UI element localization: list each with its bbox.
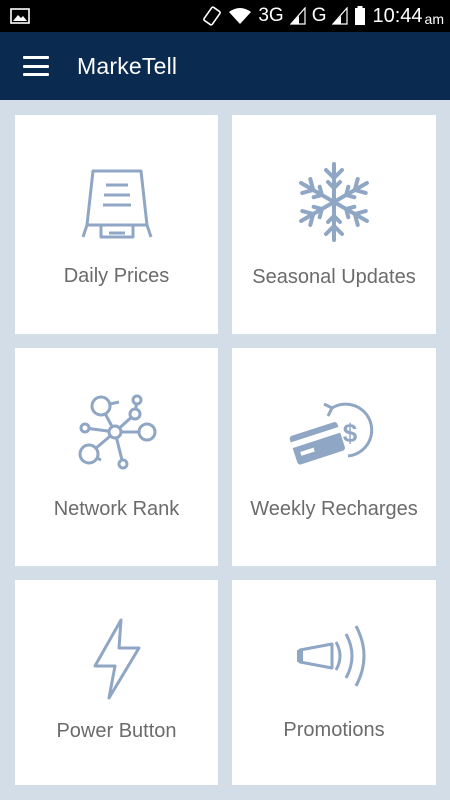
network-type-label: 3G (258, 5, 284, 26)
tile-daily-prices[interactable]: Daily Prices (15, 115, 218, 334)
clock-time: 10:44 (372, 4, 423, 27)
tile-seasonal-updates[interactable]: Seasonal Updates (232, 115, 436, 334)
tile-label: Daily Prices (63, 265, 170, 287)
megaphone-icon (297, 625, 366, 687)
signal-icon-2 (332, 7, 349, 25)
network-nodes-icon (78, 394, 156, 470)
app-bar: MarkeTell (0, 32, 450, 100)
signal-icon (289, 7, 306, 25)
carrier-type-label: G (311, 5, 327, 26)
image-notification-icon (10, 8, 30, 24)
menu-grid: Daily Prices Seasonal Updates Network Ra… (0, 100, 450, 800)
tile-label: Network Rank (53, 498, 180, 520)
tile-label: Seasonal Updates (252, 266, 416, 288)
tile-label: Weekly Recharges (250, 498, 418, 520)
price-board-icon (81, 169, 152, 239)
rotate-icon (203, 6, 222, 26)
tile-power-button[interactable]: Power Button (15, 580, 218, 785)
hamburger-menu-icon[interactable] (23, 56, 49, 76)
tile-network-rank[interactable]: Network Rank (15, 348, 218, 566)
status-icons: 3G G 10:44 am (202, 0, 444, 32)
svg-text:$: $ (343, 418, 358, 448)
status-bar: 3G G 10:44 am (0, 0, 450, 32)
tile-label: Power Button (56, 720, 177, 742)
card-recharge-icon: $ (289, 402, 374, 465)
wifi-icon (229, 8, 252, 24)
app-title: MarkeTell (77, 52, 178, 79)
snowflake-icon (299, 162, 369, 242)
lightning-bolt-icon (93, 618, 140, 700)
battery-icon (355, 6, 366, 25)
tile-label: Promotions (283, 719, 385, 741)
clock-ampm: am (424, 10, 444, 27)
tile-promotions[interactable]: Promotions (232, 580, 436, 785)
tile-weekly-recharges[interactable]: $ Weekly Recharges (232, 348, 436, 566)
